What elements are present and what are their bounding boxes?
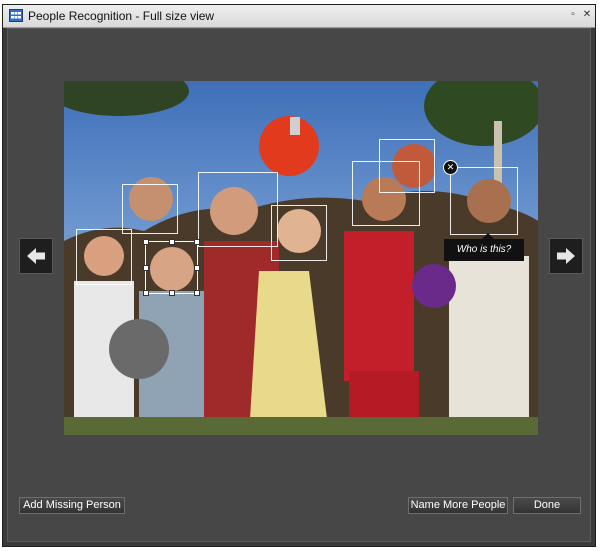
minimize-button[interactable]: ▫ — [566, 8, 580, 22]
add-missing-person-button[interactable]: Add Missing Person — [19, 497, 125, 514]
resize-handle[interactable] — [194, 239, 200, 245]
face-box[interactable] — [122, 184, 178, 234]
resize-handle[interactable] — [143, 290, 149, 296]
done-button[interactable]: Done — [513, 497, 581, 514]
face-box[interactable] — [198, 172, 278, 247]
full-size-photo[interactable]: ✕ Who is this? — [64, 81, 538, 435]
people-recognition-window: People Recognition - Full size view ▫ ✕ — [2, 4, 596, 547]
face-box[interactable] — [271, 205, 327, 261]
grid-icon — [9, 9, 23, 22]
arrow-right-icon — [557, 248, 575, 264]
face-box[interactable] — [76, 229, 132, 285]
resize-handle[interactable] — [143, 265, 149, 271]
face-box[interactable] — [379, 139, 435, 193]
resize-handle[interactable] — [194, 265, 200, 271]
window-title: People Recognition - Full size view — [28, 9, 215, 23]
close-window-button[interactable]: ✕ — [580, 8, 594, 22]
who-is-this-tooltip[interactable]: Who is this? — [444, 233, 524, 261]
content-area: ✕ Who is this? Add Missing Person Name M… — [7, 28, 591, 542]
name-more-people-button[interactable]: Name More People — [408, 497, 508, 514]
previous-photo-button[interactable] — [19, 238, 53, 274]
arrow-left-icon — [27, 248, 45, 264]
close-icon[interactable]: ✕ — [443, 160, 458, 175]
resize-handle[interactable] — [143, 239, 149, 245]
resize-handle[interactable] — [169, 290, 175, 296]
resize-handle[interactable] — [169, 239, 175, 245]
selected-face-box[interactable] — [143, 239, 200, 296]
title-bar[interactable]: People Recognition - Full size view ▫ ✕ — [3, 5, 595, 28]
face-box-unnamed[interactable] — [450, 167, 518, 235]
next-photo-button[interactable] — [549, 238, 583, 274]
resize-handle[interactable] — [194, 290, 200, 296]
